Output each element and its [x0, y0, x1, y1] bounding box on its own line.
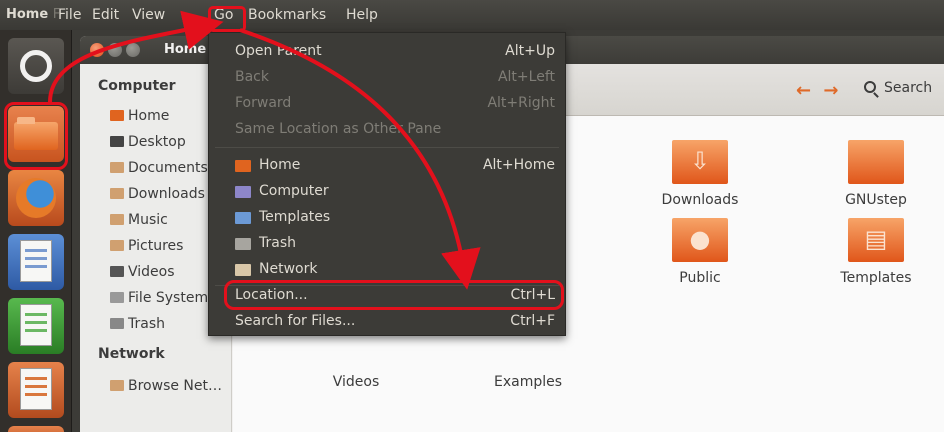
menu-item-computer[interactable]: Computer: [209, 179, 565, 205]
network-icon: [235, 264, 251, 276]
search-label: Search: [884, 80, 933, 96]
folder-icon: [846, 132, 906, 184]
close-button[interactable]: [90, 43, 104, 57]
menu-item-location[interactable]: Location... Ctrl+L: [209, 283, 565, 309]
menu-item-templates[interactable]: Templates: [209, 205, 565, 231]
downloads-folder-icon: ⇩: [670, 132, 730, 184]
templates-icon: [235, 212, 251, 224]
window-title: Home: [164, 42, 207, 57]
downloads-folder-icon: [110, 188, 124, 199]
videos-folder-icon: [110, 266, 124, 277]
app-title: Home F: [6, 7, 61, 22]
menu-item-forward[interactable]: Forward Alt+Right: [209, 91, 565, 117]
home-folder-icon: [235, 160, 251, 172]
sidebar-header-computer: Computer: [98, 78, 176, 94]
folder-examples[interactable]: Examples: [463, 366, 593, 390]
home-folder-icon: [110, 110, 124, 121]
launcher: [0, 30, 72, 432]
menu-help[interactable]: Help: [346, 7, 378, 23]
back-arrow-icon[interactable]: ←: [796, 80, 811, 101]
desktop-icon: [110, 136, 124, 147]
top-menu-bar: Home F File Edit View Go Bookmarks Help: [0, 0, 944, 30]
trash-icon: [110, 318, 124, 329]
maximize-button[interactable]: [126, 43, 140, 57]
go-menu-dropdown: Open Parent Alt+Up Back Alt+Left Forward Al…: [208, 32, 566, 336]
menu-item-open-parent[interactable]: Open Parent Alt+Up: [209, 39, 565, 65]
menu-item-same-location[interactable]: Same Location as Other Pane: [209, 117, 565, 143]
network-icon: [110, 380, 124, 391]
menu-separator: [215, 147, 559, 148]
folder-gnustep[interactable]: GNUstep: [811, 132, 941, 208]
menu-file[interactable]: File: [58, 7, 81, 23]
folder-videos[interactable]: Videos: [291, 366, 421, 390]
search-button[interactable]: Search: [864, 80, 932, 96]
music-folder-icon: [110, 214, 124, 225]
sidebar-item-browse-network[interactable]: Browse Net…: [110, 378, 230, 394]
menu-item-trash[interactable]: Trash: [209, 231, 565, 257]
menu-item-home[interactable]: Home Alt+Home: [209, 153, 565, 179]
pictures-folder-icon: [110, 240, 124, 251]
forward-arrow-icon[interactable]: →: [823, 80, 838, 101]
harddisk-icon: [110, 292, 124, 303]
search-icon: [864, 81, 876, 93]
menu-item-back[interactable]: Back Alt+Left: [209, 65, 565, 91]
libreoffice-writer-icon[interactable]: [8, 234, 64, 290]
minimize-button[interactable]: [108, 43, 122, 57]
menu-item-search-files[interactable]: Search for Files... Ctrl+F: [209, 309, 565, 335]
libreoffice-calc-icon[interactable]: [8, 298, 64, 354]
folder-public[interactable]: ● Public: [635, 210, 765, 286]
sidebar-header-network: Network: [98, 346, 165, 362]
documents-folder-icon: [110, 162, 124, 173]
menu-edit[interactable]: Edit: [92, 7, 119, 23]
folder-templates[interactable]: ▤ Templates: [811, 210, 941, 286]
menu-bookmarks[interactable]: Bookmarks: [248, 7, 326, 23]
trash-icon: [235, 238, 251, 250]
files-launcher-icon[interactable]: [8, 106, 64, 162]
dash-home-icon[interactable]: [8, 38, 64, 94]
launcher-partial-icon[interactable]: [8, 426, 64, 432]
menu-item-network[interactable]: Network: [209, 257, 565, 283]
menu-go[interactable]: Go: [214, 7, 233, 23]
folder-downloads[interactable]: ⇩ Downloads: [635, 132, 765, 208]
templates-folder-icon: ▤: [846, 210, 906, 262]
libreoffice-impress-icon[interactable]: [8, 362, 64, 418]
public-folder-icon: ●: [670, 210, 730, 262]
menu-view[interactable]: View: [132, 7, 165, 23]
computer-icon: [235, 186, 251, 198]
firefox-icon[interactable]: [8, 170, 64, 226]
